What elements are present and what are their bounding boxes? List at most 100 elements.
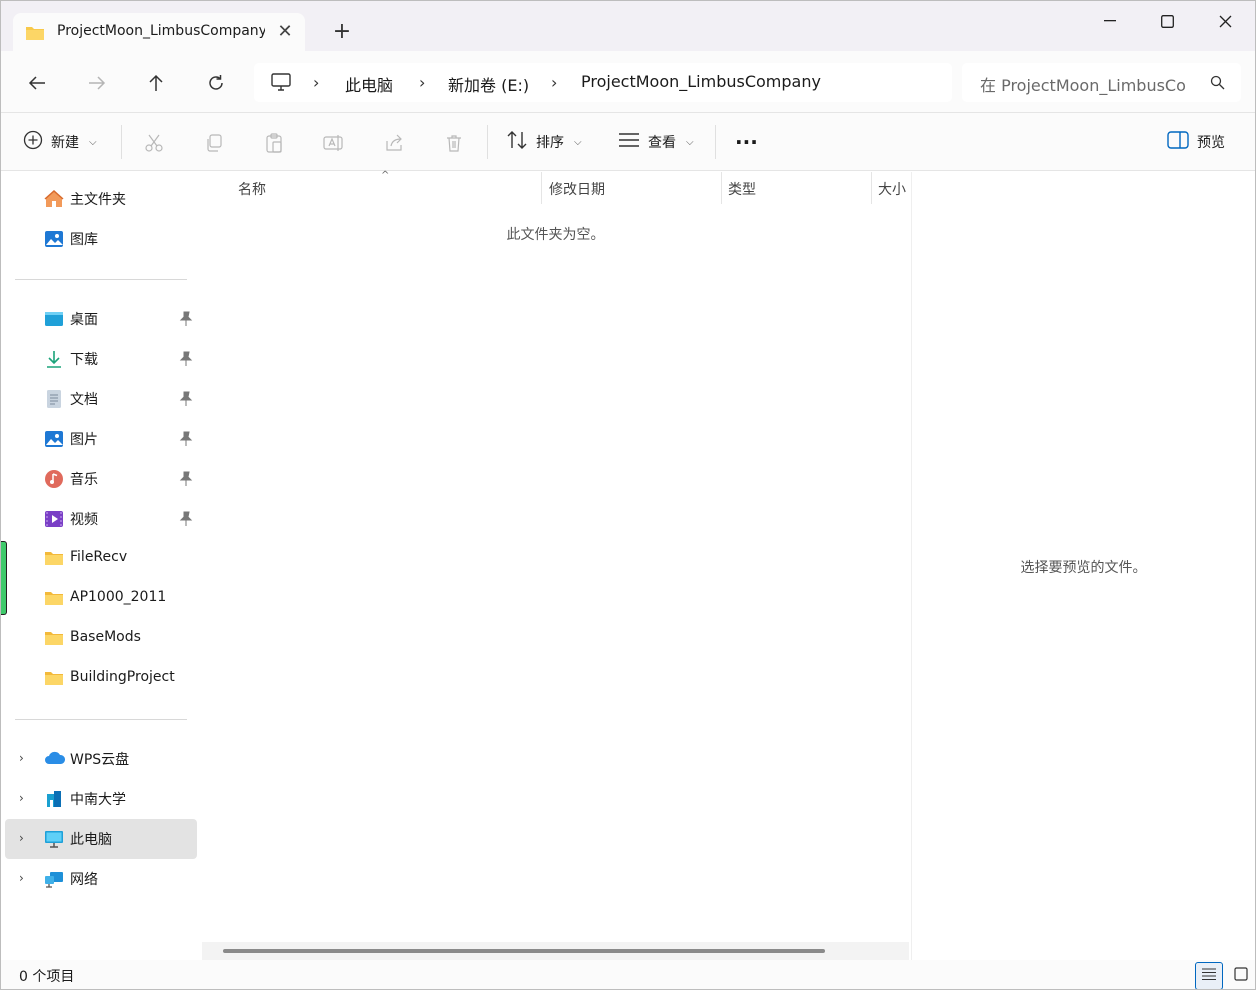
tab-title: ProjectMoon_LimbusCompany [57, 23, 265, 39]
sidebar-item-network[interactable]: › 网络 [5, 859, 197, 899]
forward-button[interactable] [81, 67, 113, 99]
sidebar-item-label: 此电脑 [70, 832, 112, 848]
delete-icon[interactable] [443, 132, 465, 154]
chevron-right-icon[interactable]: › [19, 791, 24, 805]
divider [15, 279, 187, 280]
cloud-icon [44, 749, 66, 769]
scrollbar-thumb[interactable] [223, 949, 825, 953]
pin-icon[interactable] [179, 311, 193, 327]
edge-tab-handle[interactable] [1, 541, 7, 615]
sidebar-item-label: BaseMods [70, 629, 141, 645]
music-icon [44, 469, 64, 489]
view-label: 查看 [648, 135, 676, 151]
computer-icon [270, 72, 292, 96]
empty-folder-message: 此文件夹为空。 [506, 227, 605, 243]
building-icon [44, 789, 64, 809]
home-icon [44, 189, 64, 209]
close-button[interactable] [1202, 7, 1248, 35]
sidebar-item-csu[interactable]: › 中南大学 [5, 779, 197, 819]
crumb-drive-e[interactable]: 新加卷 (E:) [448, 72, 529, 96]
pin-icon[interactable] [179, 351, 193, 367]
chevron-right-icon[interactable]: › [419, 73, 425, 92]
cut-icon[interactable] [143, 132, 165, 154]
sort-button[interactable]: 排序 ⌵ [506, 127, 582, 157]
view-button[interactable]: 查看 ⌵ [618, 127, 694, 157]
sidebar-item-home[interactable]: 主文件夹 [5, 179, 197, 219]
sidebar-item-videos[interactable]: 视频 [5, 499, 197, 539]
column-header-modified[interactable]: 修改日期 [549, 172, 719, 204]
details-view-icon [1202, 968, 1216, 984]
sidebar-item-buildingproject[interactable]: BuildingProject [5, 659, 197, 699]
sidebar-item-downloads[interactable]: 下载 [5, 339, 197, 379]
desktop-icon [44, 309, 64, 329]
gallery-icon [44, 229, 64, 249]
pin-icon[interactable] [179, 511, 193, 527]
new-tab-button[interactable]: + [328, 18, 356, 46]
chevron-right-icon[interactable]: › [313, 73, 319, 92]
pin-icon[interactable] [179, 391, 193, 407]
preview-message: 选择要预览的文件。 [1020, 560, 1147, 576]
preview-pane: 选择要预览的文件。 [911, 172, 1255, 960]
sidebar-item-gallery[interactable]: 图库 [5, 219, 197, 259]
sidebar-item-filerecv[interactable]: FileRecv [5, 539, 197, 579]
sidebar-item-documents[interactable]: 文档 [5, 379, 197, 419]
file-list[interactable]: ^ 名称 修改日期 类型 大小 此文件夹为空。 [201, 170, 910, 960]
folder-icon [44, 669, 64, 689]
folder-icon [25, 25, 45, 45]
new-button[interactable]: 新建 ⌵ [23, 127, 97, 157]
status-bar: 0 个项目 [1, 960, 1255, 989]
minimize-button[interactable] [1087, 7, 1133, 35]
pin-icon[interactable] [179, 431, 193, 447]
sidebar-item-pictures[interactable]: 图片 [5, 419, 197, 459]
preview-pane-button[interactable]: 预览 [1167, 127, 1225, 157]
up-button[interactable] [140, 67, 172, 99]
divider [715, 125, 716, 159]
sidebar-item-label: AP1000_2011 [70, 589, 167, 605]
column-header-name[interactable]: 名称 [238, 172, 538, 204]
large-icons-view-button[interactable] [1227, 962, 1255, 989]
more-options-button[interactable]: ··· [735, 127, 758, 157]
sidebar-item-music[interactable]: 音乐 [5, 459, 197, 499]
maximize-button[interactable] [1144, 7, 1190, 35]
column-header-size[interactable]: 大小 [878, 172, 910, 204]
search-input[interactable]: 在 ProjectMoon_LimbusCo [962, 63, 1241, 102]
details-view-button[interactable] [1195, 962, 1223, 989]
sidebar-item-label: 中南大学 [70, 792, 126, 808]
pin-icon[interactable] [179, 471, 193, 487]
column-header-type[interactable]: 类型 [728, 172, 868, 204]
plus-circle-icon [23, 130, 43, 154]
rename-icon[interactable] [323, 132, 345, 154]
sidebar-item-desktop[interactable]: 桌面 [5, 299, 197, 339]
sidebar-item-wps-cloud[interactable]: › WPS云盘 [5, 739, 197, 779]
refresh-button[interactable] [200, 67, 232, 99]
item-count: 0 个项目 [19, 969, 75, 985]
back-button[interactable] [21, 67, 53, 99]
chevron-right-icon[interactable]: › [19, 751, 24, 765]
share-icon[interactable] [383, 132, 405, 154]
sidebar-item-label: 图片 [70, 432, 98, 448]
large-icons-view-icon [1234, 967, 1248, 985]
sidebar-item-label: 图库 [70, 232, 98, 248]
breadcrumb[interactable]: › 此电脑 › 新加卷 (E:) › ProjectMoon_LimbusCom… [254, 63, 952, 102]
crumb-this-pc[interactable]: 此电脑 [345, 72, 393, 96]
chevron-right-icon[interactable]: › [19, 871, 24, 885]
horizontal-scrollbar[interactable] [202, 942, 909, 960]
column-divider[interactable] [871, 172, 872, 204]
chevron-right-icon[interactable]: › [551, 73, 557, 92]
column-divider[interactable] [541, 172, 542, 204]
chevron-down-icon: ⌵ [89, 136, 97, 148]
tab-active[interactable]: ProjectMoon_LimbusCompany ✕ [13, 13, 305, 51]
preview-label: 预览 [1197, 135, 1225, 151]
chevron-right-icon[interactable]: › [19, 831, 24, 845]
column-divider[interactable] [721, 172, 722, 204]
pictures-icon [44, 429, 64, 449]
sidebar-item-basemods[interactable]: BaseMods [5, 619, 197, 659]
tab-close-icon[interactable]: ✕ [275, 22, 295, 42]
crumb-current-folder[interactable]: ProjectMoon_LimbusCompany [581, 72, 821, 91]
title-bar: ProjectMoon_LimbusCompany ✕ + [1, 1, 1255, 51]
sidebar-item-ap1000[interactable]: AP1000_2011 [5, 579, 197, 619]
copy-icon[interactable] [203, 132, 225, 154]
sidebar-item-label: BuildingProject [70, 669, 175, 685]
paste-icon[interactable] [263, 132, 285, 154]
sidebar-item-this-pc[interactable]: › 此电脑 [5, 819, 197, 859]
